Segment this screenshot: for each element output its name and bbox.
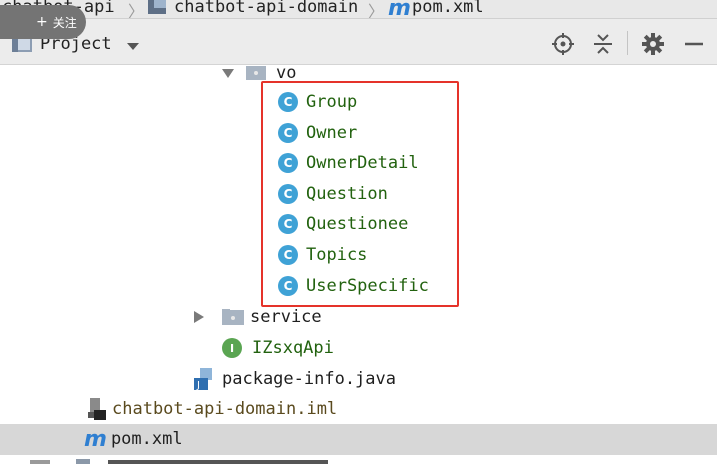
plus-icon: + [36, 14, 48, 30]
java-file-icon: J [194, 368, 212, 390]
gear-icon[interactable] [642, 33, 664, 55]
tree-item-package-info[interactable]: J package-info.java [194, 364, 396, 394]
collapse-all-icon[interactable] [592, 33, 614, 55]
tree-item-label: vo [276, 63, 297, 83]
tree-item-label: service [250, 307, 322, 327]
package-folder-icon [246, 66, 266, 80]
follow-label: 关注 [52, 15, 77, 30]
breadcrumb-separator: 〉 [128, 2, 145, 19]
breadcrumb: chatbot-api 〉 chatbot-api-domain 〉 m pom… [0, 0, 717, 19]
svg-text:J: J [196, 380, 200, 390]
tree-item-label: package-info.java [222, 369, 396, 389]
highlight-box [261, 81, 459, 307]
breadcrumb-separator: 〉 [368, 2, 385, 19]
toolbar-divider [627, 31, 628, 55]
tree-item-label: IZsxqApi [252, 338, 334, 358]
collapsed-arrow-icon [194, 311, 204, 323]
maven-icon: m [84, 426, 107, 452]
tree-item-iml[interactable]: chatbot-api-domain.iml [88, 394, 337, 424]
tree-item-label: chatbot-api-domain.iml [112, 399, 338, 419]
package-folder-icon [222, 309, 244, 325]
tree-item-service[interactable]: service [194, 302, 322, 332]
follow-badge[interactable]: + 关注 [0, 5, 86, 39]
locate-target-icon[interactable] [552, 33, 574, 55]
module-file-icon [88, 398, 106, 420]
maven-icon: m [388, 0, 411, 19]
partial-next-row [20, 458, 340, 464]
breadcrumb-item-chatbot-api-domain[interactable]: chatbot-api-domain [174, 0, 358, 17]
tree-item-pom[interactable]: m pom.xml [84, 424, 183, 454]
expanded-arrow-icon [222, 68, 234, 78]
project-toolbar: Project [0, 19, 717, 65]
tree-item-label: pom.xml [110, 429, 183, 449]
tree-item-interface[interactable]: I IZsxqApi [222, 333, 334, 363]
chevron-down-icon[interactable] [127, 43, 139, 51]
minimize-icon[interactable] [683, 33, 705, 55]
breadcrumb-item-pom-xml[interactable]: pom.xml [412, 0, 484, 17]
module-icon [148, 0, 166, 14]
interface-icon: I [222, 338, 242, 358]
